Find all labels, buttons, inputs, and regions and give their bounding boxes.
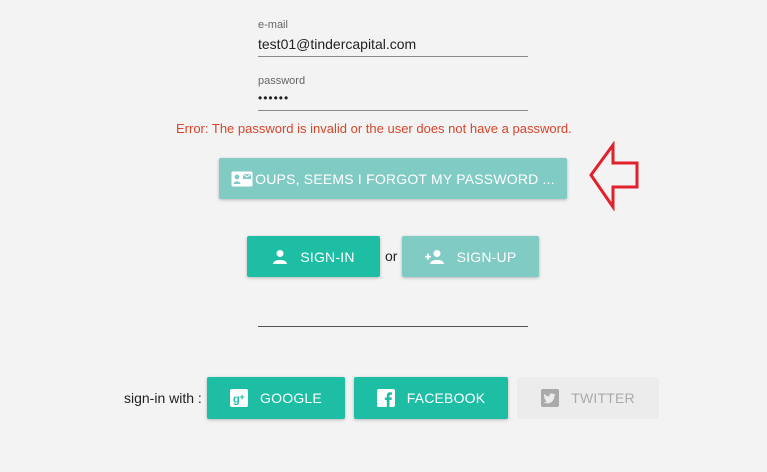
password-underline <box>258 110 528 111</box>
contact-mail-icon <box>231 171 253 187</box>
email-input[interactable]: test01@tindercapital.com <box>258 36 416 52</box>
sign-in-button[interactable]: SIGN-IN <box>247 236 380 277</box>
google-plus-icon: g + <box>230 389 249 407</box>
forgot-password-label: OUPS, SEEMS I FORGOT MY PASSWORD ... <box>255 170 555 187</box>
facebook-icon <box>376 389 395 407</box>
twitter-button[interactable]: TWITTER <box>517 377 659 419</box>
password-label: password <box>258 75 306 87</box>
sign-in-label: SIGN-IN <box>300 248 355 265</box>
or-text: or <box>385 248 398 264</box>
person-add-icon <box>424 249 445 265</box>
divider <box>258 326 528 327</box>
google-label: GOOGLE <box>260 390 322 406</box>
facebook-button[interactable]: FACEBOOK <box>354 377 508 419</box>
password-input[interactable]: •••••• <box>258 91 289 105</box>
twitter-icon <box>541 389 560 407</box>
svg-text:+: + <box>240 392 245 402</box>
email-label: e-mail <box>258 19 288 31</box>
person-icon <box>272 249 288 265</box>
google-button[interactable]: g + GOOGLE <box>207 377 345 419</box>
sign-up-button[interactable]: SIGN-UP <box>402 236 539 277</box>
forgot-password-button[interactable]: OUPS, SEEMS I FORGOT MY PASSWORD ... <box>219 158 567 199</box>
twitter-label: TWITTER <box>571 390 635 406</box>
error-message: Error: The password is invalid or the us… <box>176 121 572 136</box>
sign-up-label: SIGN-UP <box>456 248 517 265</box>
email-underline <box>258 56 528 57</box>
sign-in-with-label: sign-in with : <box>124 390 202 406</box>
annotation-arrow-icon <box>588 140 640 216</box>
facebook-label: FACEBOOK <box>406 390 486 406</box>
